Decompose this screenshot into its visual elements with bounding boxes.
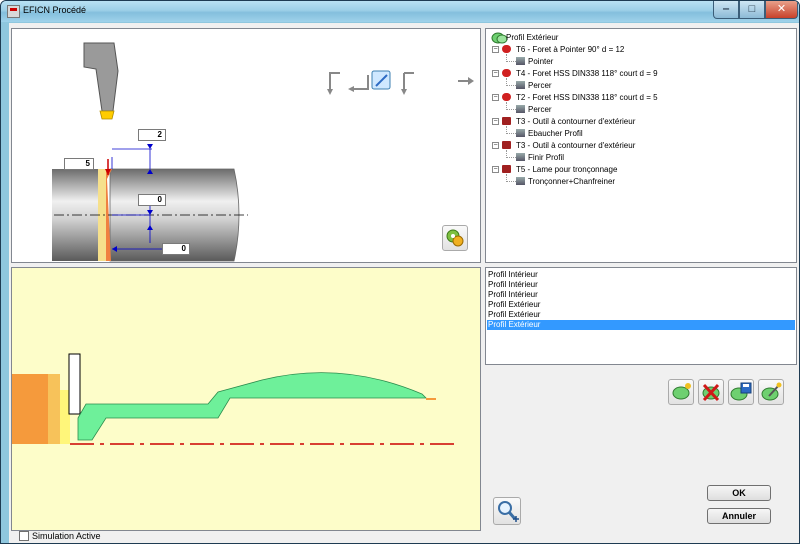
turning-tool-icon (502, 117, 511, 125)
tree-operation-item[interactable]: Ebaucher Profil (528, 128, 583, 139)
title-bar[interactable]: EFICN Procédé ‒ □ ✕ (1, 1, 799, 22)
simulation-active-checkbox[interactable] (19, 531, 29, 541)
tree-operation-item[interactable]: Pointer (528, 56, 553, 67)
operation-icon (516, 81, 525, 89)
simulation-active-label: Simulation Active (32, 531, 101, 541)
tree-connector (506, 174, 516, 182)
drill-tool-icon (502, 69, 511, 77)
list-item[interactable]: Profil Intérieur (487, 290, 795, 300)
tree-expander[interactable]: − (492, 166, 499, 173)
operation-tree[interactable]: Profil Extérieur − T6 - Foret à Pointer 9… (485, 28, 797, 263)
turning-tool-icon (83, 42, 119, 120)
window-title: EFICN Procédé (23, 5, 87, 15)
cutting-tool (68, 353, 81, 415)
delete-profile-button[interactable] (698, 379, 724, 405)
dim-top-field[interactable]: 2 (138, 129, 166, 141)
tree-tool-item[interactable]: T4 - Foret HSS DIN338 118° court d = 9 (516, 68, 658, 79)
operation-icon (516, 129, 525, 137)
maximize-button[interactable]: □ (739, 1, 765, 19)
list-item[interactable]: Profil Intérieur (487, 280, 795, 290)
zoom-button[interactable] (493, 497, 521, 525)
tool-diagram (52, 42, 474, 262)
tree-connector (506, 54, 516, 62)
add-cylinder-icon (672, 383, 691, 400)
delete-icon (702, 383, 720, 402)
add-profile-button[interactable] (668, 379, 694, 405)
stock-block (12, 374, 48, 444)
magic-wand-icon (761, 382, 782, 401)
save-profile-button[interactable] (728, 379, 754, 405)
dim-middle-field[interactable]: 0 (138, 194, 166, 206)
tree-root[interactable]: Profil Extérieur (506, 32, 558, 43)
tree-tool-item[interactable]: T3 - Outil à contourner d'extérieur (516, 116, 635, 127)
turning-tool-icon (502, 165, 511, 173)
drill-tool-icon (502, 93, 511, 101)
operation-icon (516, 57, 525, 65)
tree-connector (506, 78, 516, 86)
tree-expander[interactable]: − (492, 142, 499, 149)
cancel-button[interactable]: Annuler (707, 508, 771, 524)
ok-button[interactable]: OK (707, 485, 771, 501)
minimize-button[interactable]: ‒ (713, 1, 739, 19)
finished-part (77, 372, 427, 441)
list-item[interactable]: Profil Extérieur (487, 300, 795, 310)
tree-expander[interactable]: − (492, 94, 499, 101)
drill-tool-icon (502, 45, 511, 53)
profile-list[interactable]: Profil Intérieur Profil Intérieur Profil I… (485, 267, 797, 365)
app-icon (7, 5, 20, 18)
tree-operation-item[interactable]: Percer (528, 104, 552, 115)
tree-connector (506, 102, 516, 110)
tree-tool-item[interactable]: T2 - Foret HSS DIN338 118° court d = 5 (516, 92, 658, 103)
dim-left-field[interactable]: 5 (64, 158, 94, 170)
tree-tool-item[interactable]: T3 - Outil à contourner d'extérieur (516, 140, 635, 151)
tree-tool-item[interactable]: T5 - Lame pour tronçonnage (516, 164, 617, 175)
list-item[interactable]: Profil Extérieur (487, 310, 795, 320)
simulation-view (11, 267, 481, 531)
strategy-icons (329, 72, 470, 90)
magnifier-icon (498, 501, 519, 522)
tree-operation-item[interactable]: Percer (528, 80, 552, 91)
dim-bottom-field[interactable]: 0 (162, 243, 190, 255)
operation-icon (516, 153, 525, 161)
tree-connector (506, 150, 516, 158)
tree-operation-item[interactable]: Tronçonner+Chanfreiner (528, 176, 615, 187)
tool-settings-button[interactable] (442, 225, 468, 251)
tree-operation-item[interactable]: Finir Profil (528, 152, 564, 163)
turning-tool-icon (502, 141, 511, 149)
list-item[interactable]: Profil Extérieur (487, 320, 795, 330)
dialog-client-area: 2 5 0 0 Profil Extérieur − T6 - Foret à P… (9, 23, 799, 543)
operation-icon (516, 105, 525, 113)
save-icon (730, 382, 752, 401)
tree-expander[interactable]: − (492, 70, 499, 77)
edit-profile-button[interactable] (758, 379, 784, 405)
toolpath-simulation (12, 353, 456, 445)
tool-view-panel: 2 5 0 0 (11, 28, 481, 263)
main-window: EFICN Procédé ‒ □ ✕ 2 5 0 0 Profil Extér… (0, 0, 800, 544)
tree-connector (506, 126, 516, 134)
operation-icon (516, 177, 525, 185)
gears-icon (446, 229, 464, 247)
tree-expander[interactable]: − (492, 118, 499, 125)
close-button[interactable]: ✕ (765, 1, 798, 19)
list-item[interactable]: Profil Intérieur (487, 270, 795, 280)
tree-expander[interactable]: − (492, 46, 499, 53)
tree-tool-item[interactable]: T6 - Foret à Pointer 90° d = 12 (516, 44, 624, 55)
